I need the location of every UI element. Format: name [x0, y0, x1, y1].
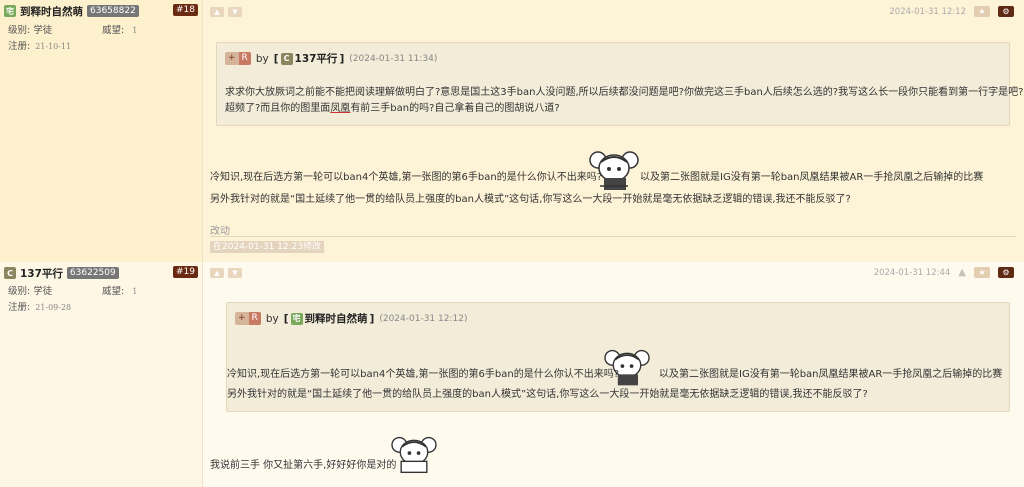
user-prestige: 威望: 1: [102, 286, 138, 297]
post-body-line-2: 另外我针对的就是“国土延续了他一贯的给队员上强度的ban人模式”这句话,你写这么…: [210, 194, 851, 205]
plus-reply-button[interactable]: + R: [225, 52, 251, 65]
username[interactable]: 到释时自然萌: [20, 4, 83, 19]
quote-line-2: 超频了?而且你的图里面凤凰有前三手ban的吗?自己拿着自己的图胡说八道?: [225, 103, 560, 114]
user-register-date: 注册: 21-09-28: [8, 302, 72, 313]
android-icon: ▲: [958, 267, 966, 278]
quote-line-1a: 冷知识,现在后选方第一轮可以ban4个英雄,第一张图的第6手ban的是什么你认不…: [227, 369, 620, 380]
post-body-line-1a: 冷知识,现在后选方第一轮可以ban4个英雄,第一张图的第6手ban的是什么你认不…: [210, 172, 603, 183]
quote-avatar: C: [280, 52, 293, 65]
quote-author[interactable]: [C 137平行]: [274, 51, 344, 66]
plus-reply-button[interactable]: + R: [235, 312, 261, 325]
post-19: C 137平行 63622509 #19 级别: 学徒 威望: 1 注册: 21-…: [0, 262, 1024, 487]
user-avatar[interactable]: C: [4, 267, 16, 279]
post-body-line-1: 我说前三手 你又扯第六手,好好好你是对的: [210, 460, 397, 471]
edit-stamp: 在2024-01-31 12:23修改: [210, 241, 325, 253]
quote-header: + R by [宅到释时自然萌] (2024-01-31 12:12): [235, 311, 467, 326]
gear-icon[interactable]: ⚙: [998, 6, 1014, 17]
post-tools: 2024-01-31 12:44 ▲ ★ ⚙: [874, 267, 1014, 278]
post-time: 2024-01-31 12:44: [873, 267, 951, 278]
user-row: 宅 到释时自然萌 63658822: [4, 4, 139, 18]
user-avatar[interactable]: 宅: [4, 5, 16, 17]
user-level: 级别: 学徒: [8, 25, 53, 36]
thumb-up-icon[interactable]: ▲: [210, 268, 224, 278]
quote-author[interactable]: [宅到释时自然萌]: [284, 311, 374, 326]
quote-avatar: 宅: [290, 312, 303, 325]
quote-line-2: 另外我针对的就是“国土延续了他一贯的给队员上强度的ban人模式”这句话,你写这么…: [227, 389, 868, 400]
user-level: 级别: 学徒: [8, 286, 53, 297]
quote-block: + R by [C 137平行] (2024-01-31 11:34) 求求你大放厥…: [216, 42, 1024, 126]
floor-number[interactable]: #19: [173, 266, 198, 278]
thumb-down-icon[interactable]: ▼: [228, 7, 242, 17]
username[interactable]: 137平行: [20, 266, 63, 281]
post-content: ▲ ▼ 2024-01-31 12:12 ★ ⚙ + R by [C 137平行] …: [202, 0, 1024, 262]
quote-line-1: 求求你大放厥词之前能不能把阅读理解做明白了?意思是国土这3手ban人没问题,所以…: [225, 87, 1024, 98]
quote-by: by: [265, 312, 279, 325]
quote-line-1b: 以及第二张图就是IG没有第一轮ban凤凰结果被AR一手抢凤凰之后输掉的比赛: [659, 369, 1003, 380]
post-tools: 2024-01-31 12:12 ★ ⚙: [889, 6, 1014, 17]
user-id-badge[interactable]: 63622509: [66, 267, 119, 279]
star-icon[interactable]: ★: [974, 6, 990, 17]
quote-header: + R by [C 137平行] (2024-01-31 11:34): [225, 51, 437, 66]
user-id-badge[interactable]: 63658822: [87, 5, 139, 17]
gear-icon[interactable]: ⚙: [998, 267, 1014, 278]
thumb-up-icon[interactable]: ▲: [210, 7, 224, 17]
vote-toolbar: ▲ ▼: [210, 268, 242, 278]
edit-divider: [210, 236, 1016, 237]
quote-by: by: [255, 52, 269, 65]
floor-number[interactable]: #18: [173, 4, 198, 16]
user-row: C 137平行 63622509: [4, 266, 119, 280]
post-18: 宅 到释时自然萌 63658822 #18 级别: 学徒 威望: 1 注册: 21…: [0, 0, 1024, 262]
quote-block: + R by [宅到释时自然萌] (2024-01-31 12:12) 冷知识,现…: [226, 302, 1010, 412]
post-body-line-1b: 以及第二张图就是IG没有第一轮ban凤凰结果被AR一手抢凤凰之后输掉的比赛: [640, 172, 984, 183]
thumb-down-icon[interactable]: ▼: [228, 268, 242, 278]
vote-toolbar: ▲ ▼: [210, 7, 242, 17]
post-time: 2024-01-31 12:12: [889, 6, 966, 17]
star-icon[interactable]: ★: [974, 267, 990, 278]
post-content: ▲ ▼ 2024-01-31 12:44 ▲ ★ ⚙ + R by [宅到释时自然…: [202, 262, 1024, 487]
user-sidebar: C 137平行 63622509 #19 级别: 学徒 威望: 1 注册: 21-…: [0, 262, 203, 487]
user-sidebar: 宅 到释时自然萌 63658822 #18 级别: 学徒 威望: 1 注册: 21…: [0, 0, 203, 262]
quote-time: (2024-01-31 12:12): [379, 313, 468, 324]
user-prestige: 威望: 1: [102, 25, 138, 36]
user-register-date: 注册: 21-10-11: [8, 41, 72, 52]
quote-time: (2024-01-31 11:34): [349, 53, 438, 64]
edit-label[interactable]: 改动: [210, 222, 230, 237]
